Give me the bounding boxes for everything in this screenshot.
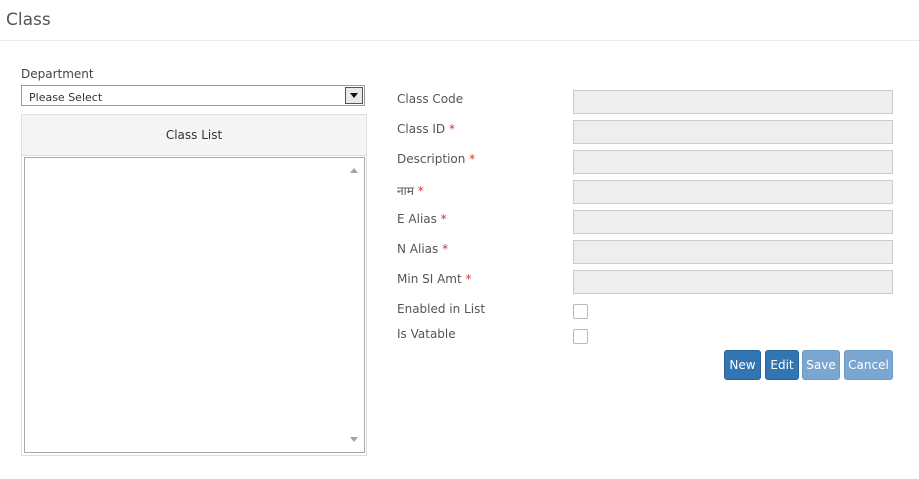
e-alias-input[interactable] bbox=[573, 210, 893, 234]
department-label: Department bbox=[21, 67, 94, 81]
scroll-up-arrow-icon[interactable] bbox=[350, 168, 358, 173]
save-button[interactable]: Save bbox=[802, 350, 840, 380]
class-list-panel: Class List bbox=[21, 114, 367, 456]
enabled-in-list-checkbox[interactable] bbox=[573, 304, 588, 319]
edit-button[interactable]: Edit bbox=[765, 350, 799, 380]
naam-label: नाम * bbox=[397, 184, 424, 198]
chevron-down-icon[interactable] bbox=[345, 87, 363, 104]
class-list-header: Class List bbox=[22, 115, 366, 156]
required-marker: * bbox=[469, 152, 476, 166]
scroll-down-arrow-icon[interactable] bbox=[350, 437, 358, 442]
class-list-scrollbar[interactable] bbox=[346, 159, 363, 451]
required-marker: * bbox=[449, 122, 455, 136]
min-si-amt-label: Min SI Amt * bbox=[397, 272, 472, 286]
description-input[interactable] bbox=[573, 150, 893, 174]
new-button[interactable]: New bbox=[724, 350, 761, 380]
class-code-input[interactable] bbox=[573, 90, 893, 114]
n-alias-label: N Alias * bbox=[397, 242, 449, 256]
description-label: Description * bbox=[397, 152, 476, 166]
required-marker: * bbox=[465, 272, 472, 286]
e-alias-label: E Alias * bbox=[397, 212, 447, 226]
required-marker: * bbox=[440, 212, 447, 226]
department-select[interactable]: Please Select bbox=[21, 85, 365, 106]
min-si-amt-input[interactable] bbox=[573, 270, 893, 294]
title-divider bbox=[0, 40, 919, 41]
class-id-label: Class ID * bbox=[397, 122, 455, 136]
is-vatable-checkbox[interactable] bbox=[573, 329, 588, 344]
is-vatable-label: Is Vatable bbox=[397, 327, 456, 341]
class-list-box[interactable] bbox=[24, 157, 365, 453]
n-alias-input[interactable] bbox=[573, 240, 893, 264]
page-title: Class bbox=[6, 10, 51, 30]
department-select-value: Please Select bbox=[29, 91, 103, 104]
class-code-label: Class Code bbox=[397, 92, 464, 106]
class-id-input[interactable] bbox=[573, 120, 893, 144]
required-marker: * bbox=[442, 242, 449, 256]
required-marker: * bbox=[417, 184, 424, 198]
naam-input[interactable] bbox=[573, 180, 893, 204]
cancel-button[interactable]: Cancel bbox=[844, 350, 893, 380]
enabled-in-list-label: Enabled in List bbox=[397, 302, 486, 316]
